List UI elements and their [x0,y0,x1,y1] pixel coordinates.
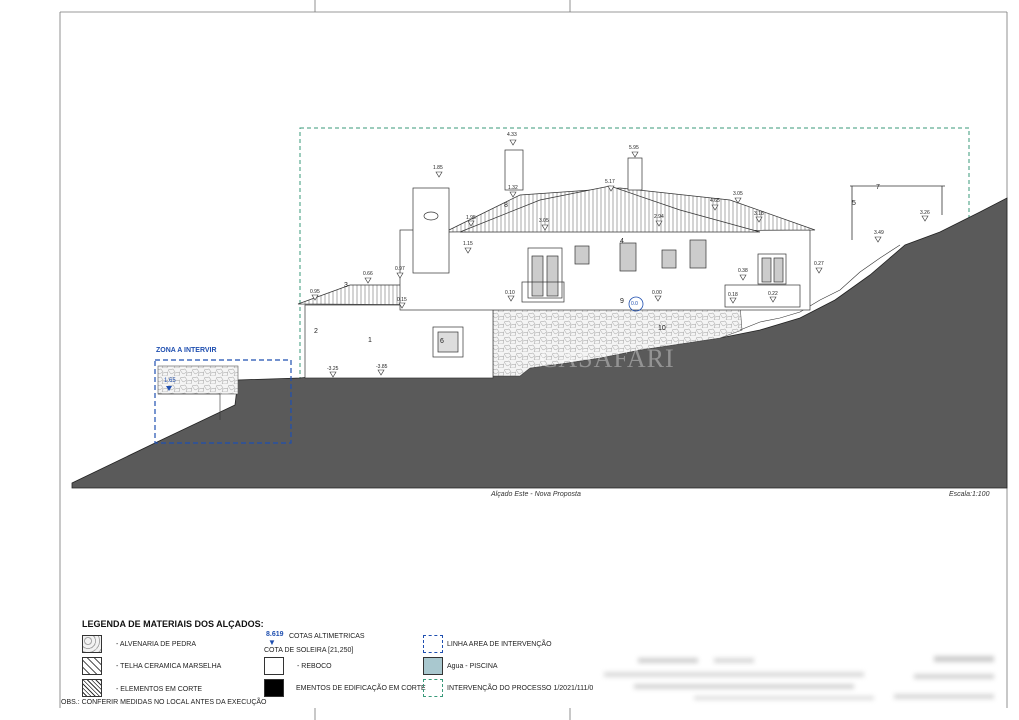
level-label: 3.49 [874,230,884,236]
material-number: 7 [876,184,880,191]
level-label: 3.18 [754,211,764,217]
level-label: 0.15 [397,297,407,303]
level-label: 0.18 [728,292,738,298]
level-label: 3.05 [733,191,743,197]
level-label: 0.66 [363,271,373,277]
level-label: 0.97 [395,266,405,272]
legend-cotas-value: 8.619 [266,631,284,638]
legend-title: LEGENDA DE MATERIAIS DOS ALÇADOS: [82,619,264,629]
level-label: 0.00 [652,290,662,296]
level-label: 5.17 [605,179,615,185]
level-label: 1.85 [433,165,443,171]
level-label: 0.95 [310,289,320,295]
material-number: 1 [368,337,372,344]
cut-swatch-icon [82,679,102,697]
legend-building-cut: EMENTOS DE EDIFICAÇÃO EM CORTE [296,685,426,692]
material-number: 4 [620,238,624,245]
watermark: CASAFARI [540,344,675,373]
level-label: 3.05 [539,218,549,224]
level-label: 4.65 [710,198,720,204]
cotas-marker-icon: ▼ [268,638,276,647]
pool-swatch-icon [423,657,443,675]
stone-swatch-icon [82,635,102,653]
level-label: -3.85 [376,364,388,370]
material-number: 2 [314,328,318,335]
drawing-scale: Escala:1:100 [949,491,990,498]
level-label: 0.38 [738,268,748,274]
level-label: 4.33 [507,132,517,138]
level-label: 1.95 [466,215,476,221]
legend-stone: - ALVENARIA DE PEDRA [116,641,197,648]
material-number: 6 [440,338,444,345]
material-number: 3 [344,282,348,289]
level-label: 0.27 [814,261,824,267]
legend-cotas: COTAS ALTIMETRICAS [289,633,365,640]
material-number: 10 [658,325,666,332]
legend-pool: Agua - PISCINA [447,663,498,670]
level-label: 1.15 [463,241,473,247]
level-label: 3.26 [920,210,930,216]
level-label: 0.10 [505,290,515,296]
reboco-swatch-icon [264,657,284,675]
legend-process: INTERVENÇÃO DO PROCESSO 1/2021/111/0 [447,685,594,692]
legend-reboco: - REBOCO [297,663,332,670]
main-house [399,149,816,311]
legend-tile: - TELHA CERAMICA MARSELHA [116,663,222,670]
legend-area: LINHA AREA DE INTERVENÇÃO [447,641,552,648]
level-label: 2.94 [654,214,664,220]
building-cut-swatch-icon [264,679,284,697]
process-swatch-icon [423,679,443,697]
zone-level: 1.65 [164,378,176,384]
pergola [850,185,945,240]
level-label: 1.32 [508,185,518,191]
zone-label: ZONA A INTERVIR [156,347,217,354]
level-circle-value: 0.0 [631,301,638,307]
tile-swatch-icon [82,657,102,675]
material-number: 8 [504,202,508,209]
material-number: 5 [852,200,856,207]
level-label: 0.22 [768,291,778,297]
title-block [594,650,1007,710]
drawing-caption: Alçado Este - Nova Proposta [491,491,581,498]
level-label: -3.25 [327,366,339,372]
legend-note: OBS.: CONFERIR MEDIDAS NO LOCAL ANTES DA… [61,699,267,706]
material-number: 9 [620,298,624,305]
elevation-drawing [59,0,1008,720]
legend-soleira: COTA DE SOLEIRA [21,250] [264,647,354,654]
legend-cut: - ELEMENTOS EM CORTE [116,686,203,693]
level-label: 5.95 [629,145,639,151]
area-swatch-icon [423,635,443,653]
